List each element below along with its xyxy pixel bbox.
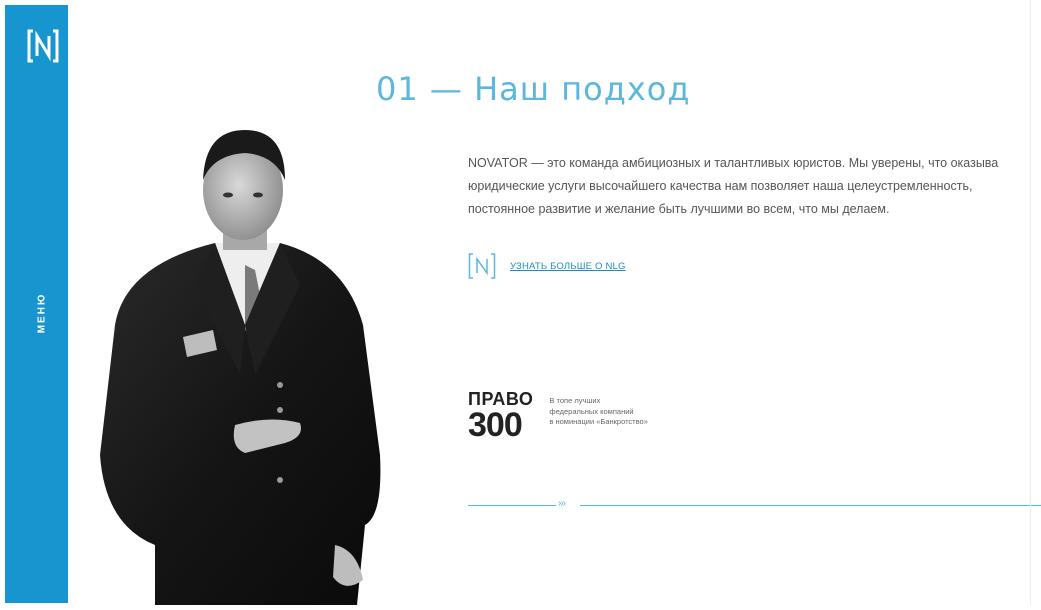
pravo-300-logo: ПРАВО 300 bbox=[468, 390, 533, 442]
more-link-row: УЗНАТЬ БОЛЬШЕ О NLG bbox=[468, 253, 626, 279]
description-line: юридические услуги высочайшего качества … bbox=[468, 179, 973, 193]
learn-more-link[interactable]: УЗНАТЬ БОЛЬШЕ О NLG bbox=[510, 261, 626, 272]
description-line: постоянное развитие и желание быть лучши… bbox=[468, 202, 890, 216]
description-line: NOVATOR — это команда амбициозных и тала… bbox=[468, 156, 999, 170]
award-badge-number: 300 bbox=[468, 406, 523, 444]
divider-line bbox=[580, 505, 1041, 506]
divider-line bbox=[468, 505, 556, 506]
award-description: В топе лучших федеральных компаний в ном… bbox=[549, 396, 647, 428]
award-line: федеральных компаний bbox=[549, 406, 634, 416]
description: NOVATOR — это команда амбициозных и тала… bbox=[468, 152, 1041, 221]
chevrons-icon[interactable]: ››› bbox=[558, 498, 566, 509]
award-block: ПРАВО 300 В топе лучших федеральных комп… bbox=[468, 390, 648, 442]
scrollbar-edge bbox=[1030, 0, 1031, 605]
menu-button[interactable]: МЕНЮ bbox=[37, 293, 48, 334]
logo-icon bbox=[468, 253, 496, 279]
logo-icon[interactable] bbox=[27, 29, 59, 63]
award-line: в номинации «Банкротство» bbox=[549, 417, 648, 426]
award-line: В топе лучших bbox=[549, 396, 601, 405]
page-title: 01 — Наш подход bbox=[376, 70, 691, 108]
sidebar: МЕНЮ bbox=[5, 5, 68, 603]
portrait-image bbox=[95, 125, 385, 605]
section-divider: ››› bbox=[468, 498, 1041, 509]
